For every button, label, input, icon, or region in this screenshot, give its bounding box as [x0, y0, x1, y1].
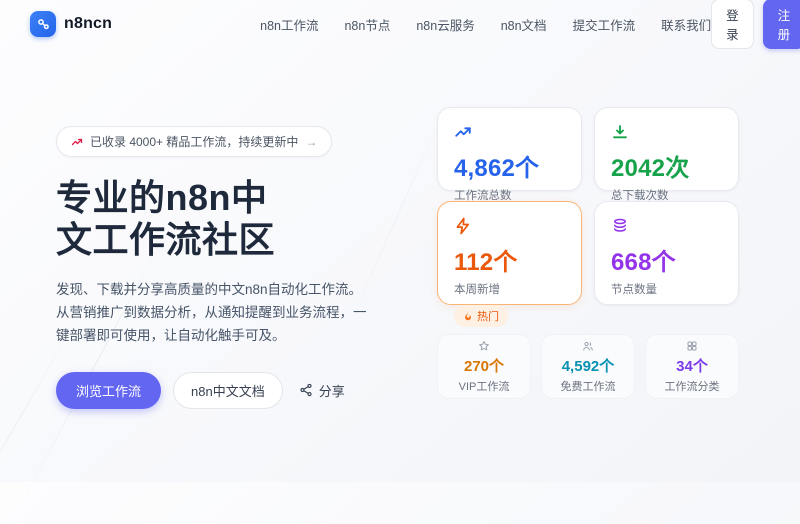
hero-section: 已收录 4000+ 精品工作流，持续更新中 → 专业的n8n中文工作流社区 发现… — [56, 126, 378, 409]
flame-icon — [463, 311, 473, 322]
main-nav: n8n工作流 n8n节点 n8n云服务 n8n文档 提交工作流 联系我们 — [260, 15, 711, 34]
stat-card-workflow-total: 4,862个 工作流总数 — [437, 107, 582, 191]
mini-stat-value: 4,592个 — [562, 355, 615, 376]
mini-stat-label: VIP工作流 — [459, 378, 510, 394]
hero-actions: 浏览工作流 n8n中文文档 分享 — [56, 372, 378, 409]
lightning-icon — [454, 216, 565, 236]
nav-item-docs[interactable]: n8n文档 — [501, 15, 547, 34]
mini-card-vip: 270个 VIP工作流 — [437, 334, 531, 399]
header: n8ncn n8n工作流 n8n节点 n8n云服务 n8n文档 提交工作流 联系… — [0, 0, 800, 48]
page-title: 专业的n8n中文工作流社区 — [56, 177, 378, 262]
stat-card-new-this-week: 112个 本周新增 热门 — [437, 201, 582, 305]
users-icon — [582, 340, 594, 353]
stats-panel: 4,862个 工作流总数 2042次 总下载次数 112个 本周新增 — [437, 107, 739, 399]
stat-label: 本周新增 — [454, 281, 565, 297]
nav-item-submit[interactable]: 提交工作流 — [573, 15, 636, 34]
docs-button[interactable]: n8n中文文档 — [173, 372, 283, 409]
announcement-pill[interactable]: 已收录 4000+ 精品工作流，持续更新中 → — [56, 126, 332, 157]
share-icon — [299, 383, 313, 397]
hero-description: 发现、下载并分享高质量的中文n8n自动化工作流。从营销推广到数据分析，从通知提醒… — [56, 279, 374, 348]
stat-value: 112个 — [454, 242, 565, 277]
stats-grid: 4,862个 工作流总数 2042次 总下载次数 112个 本周新增 — [437, 107, 739, 305]
trending-up-icon — [71, 136, 83, 148]
mini-stat-value: 270个 — [464, 355, 504, 376]
mini-card-categories: 34个 工作流分类 — [645, 334, 739, 399]
download-icon — [611, 122, 722, 142]
stat-card-downloads: 2042次 总下载次数 — [594, 107, 739, 191]
header-actions: 登录 注册 — [711, 0, 800, 49]
mini-stat-label: 免费工作流 — [561, 378, 616, 394]
nav-item-cloud[interactable]: n8n云服务 — [416, 15, 474, 34]
stat-value: 668个 — [611, 242, 722, 277]
nav-item-nodes[interactable]: n8n节点 — [344, 15, 390, 34]
announcement-text: 已收录 4000+ 精品工作流，持续更新中 — [90, 133, 298, 150]
stat-card-nodes: 668个 节点数量 — [594, 201, 739, 305]
workflow-logo-icon — [30, 11, 56, 37]
star-icon — [478, 340, 490, 353]
login-button[interactable]: 登录 — [711, 0, 754, 49]
mini-card-free: 4,592个 免费工作流 — [541, 334, 635, 399]
trending-up-icon — [454, 122, 565, 142]
browse-workflows-button[interactable]: 浏览工作流 — [56, 372, 161, 409]
grid-icon — [686, 340, 698, 353]
stat-value: 2042次 — [611, 148, 722, 183]
nav-item-contact[interactable]: 联系我们 — [661, 15, 711, 34]
stat-label: 节点数量 — [611, 281, 722, 297]
share-label: 分享 — [319, 381, 345, 400]
hot-badge: 热门 — [454, 305, 508, 327]
mini-stat-label: 工作流分类 — [665, 378, 720, 394]
mini-stats-row: 270个 VIP工作流 4,592个 免费工作流 34个 工作流分类 — [437, 334, 739, 399]
mini-stat-value: 34个 — [676, 355, 708, 376]
share-button[interactable]: 分享 — [295, 375, 349, 406]
brand-name: n8ncn — [64, 15, 112, 33]
layers-icon — [611, 216, 722, 236]
arrow-right-icon: → — [305, 135, 317, 149]
nav-item-workflows[interactable]: n8n工作流 — [260, 15, 318, 34]
brand-logo[interactable]: n8ncn — [30, 11, 112, 37]
stat-value: 4,862个 — [454, 148, 565, 183]
register-button[interactable]: 注册 — [763, 0, 800, 49]
